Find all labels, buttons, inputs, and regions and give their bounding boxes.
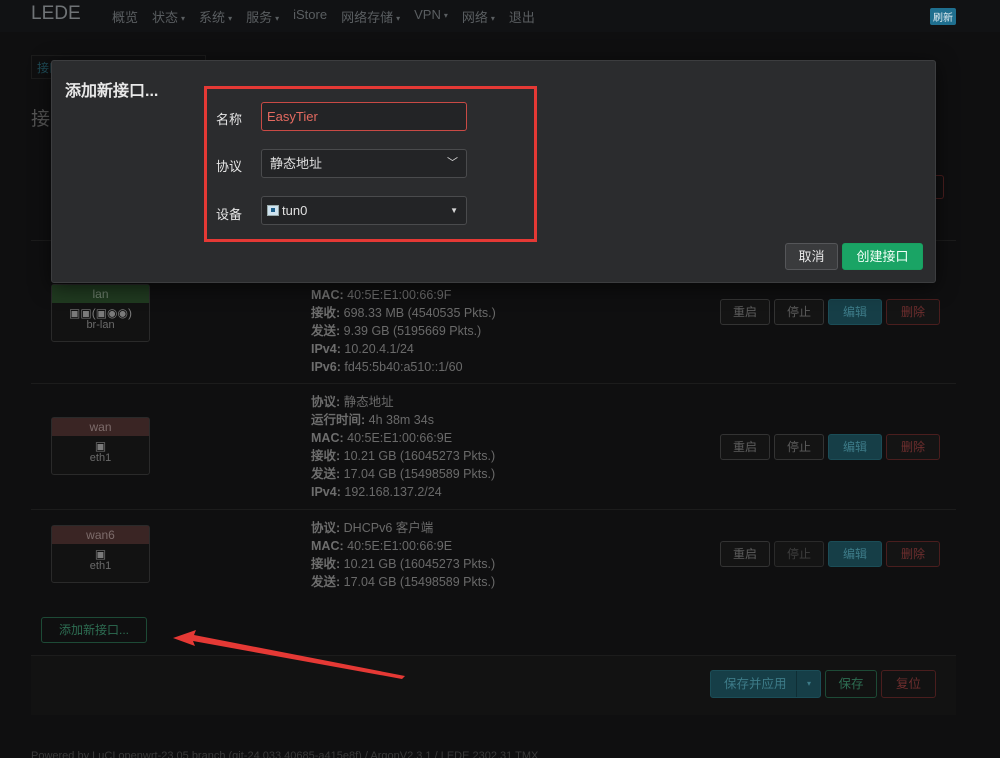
restart-button[interactable]: 重启 bbox=[720, 299, 770, 325]
nav-logout[interactable]: 退出 bbox=[509, 7, 535, 26]
interface-info-lan: MAC: 40:5E:E1:00:66:9F 接收: 698.33 MB (45… bbox=[311, 288, 496, 374]
refresh-badge[interactable]: 刷新 bbox=[930, 8, 956, 25]
interface-device: eth1 bbox=[89, 452, 112, 464]
edit-button[interactable]: 编辑 bbox=[828, 299, 882, 325]
edit-button[interactable]: 编辑 bbox=[828, 434, 882, 460]
caret-down-icon: ▾ bbox=[181, 14, 186, 24]
add-interface-button[interactable]: 添加新接口... bbox=[41, 617, 147, 643]
stop-button[interactable]: 停止 bbox=[774, 541, 824, 567]
interface-name: wan6 bbox=[52, 526, 149, 544]
delete-button[interactable]: 删除 bbox=[886, 299, 940, 325]
ethernet-port-icon: ▣ bbox=[94, 439, 107, 453]
caret-down-icon: ▾ bbox=[396, 14, 401, 24]
nav-vpn[interactable]: VPN ▾ bbox=[414, 7, 448, 26]
nav-network[interactable]: 网络 ▾ bbox=[462, 7, 495, 26]
brand-logo[interactable]: LEDE bbox=[31, 3, 81, 25]
reset-button[interactable]: 复位 bbox=[881, 670, 936, 698]
caret-down-icon: ▾ bbox=[228, 14, 233, 24]
interface-info-wan: 协议: 静态地址 运行时间: 4h 38m 34s MAC: 40:5E:E1:… bbox=[311, 395, 496, 499]
top-navbar: LEDE 概览 状态 ▾ 系统 ▾ 服务 ▾ iStore 网络存储 ▾ VPN ▾ 网络… bbox=[0, 0, 1000, 32]
stop-button[interactable]: 停止 bbox=[774, 299, 824, 325]
interface-info-wan6: 协议: DHCPv6 客户端 MAC: 40:5E:E1:00:66:9E 接收… bbox=[311, 521, 496, 589]
stop-button[interactable]: 停止 bbox=[774, 434, 824, 460]
caret-down-icon: ▾ bbox=[443, 11, 448, 21]
caret-down-icon[interactable]: ▾ bbox=[807, 671, 811, 697]
create-interface-button[interactable]: 创建接口 bbox=[842, 243, 923, 270]
interface-actions-lan: 重启 停止 编辑 删除 bbox=[720, 299, 940, 325]
row-divider bbox=[31, 383, 956, 384]
nav-system[interactable]: 系统 ▾ bbox=[199, 7, 232, 26]
main-nav: 概览 状态 ▾ 系统 ▾ 服务 ▾ iStore 网络存储 ▾ VPN ▾ 网络 ▾ 退出 bbox=[112, 7, 549, 26]
footer-powered-by: Powered by LuCI openwrt-23.05 branch (gi… bbox=[31, 750, 539, 758]
cancel-button[interactable]: 取消 bbox=[785, 243, 838, 270]
interface-actions-wan: 重启 停止 编辑 删除 bbox=[720, 434, 940, 460]
interface-badge-wan: wan ▣ eth1 bbox=[51, 417, 150, 475]
edit-button[interactable]: 编辑 bbox=[828, 541, 882, 567]
dialog-title: 添加新接口... bbox=[65, 83, 159, 100]
interface-device: br-lan bbox=[86, 319, 115, 331]
add-interface-dialog: 添加新接口... 名称 EasyTier 协议 静态地址 ﹀ 设备 tun0 ▼… bbox=[51, 60, 936, 283]
save-button[interactable]: 保存 bbox=[825, 670, 877, 698]
interface-badge-lan: lan ▣▣(▣◉◉) br-lan bbox=[51, 284, 150, 342]
nav-services[interactable]: 服务 ▾ bbox=[246, 7, 279, 26]
restart-button[interactable]: 重启 bbox=[720, 541, 770, 567]
save-apply-button[interactable]: 保存并应用 ▾ bbox=[710, 670, 821, 698]
annotation-highlight-box bbox=[204, 86, 537, 242]
bridge-devices-icon: ▣▣(▣◉◉) bbox=[69, 306, 132, 320]
interface-name: lan bbox=[52, 285, 149, 303]
row-divider bbox=[31, 509, 956, 510]
nav-status[interactable]: 状态 ▾ bbox=[152, 7, 185, 26]
nav-overview[interactable]: 概览 bbox=[112, 7, 138, 26]
ethernet-port-icon: ▣ bbox=[94, 547, 107, 561]
delete-button[interactable]: 删除 bbox=[886, 541, 940, 567]
restart-button[interactable]: 重启 bbox=[720, 434, 770, 460]
nav-nas[interactable]: 网络存储 ▾ bbox=[341, 7, 400, 26]
delete-button[interactable]: 删除 bbox=[886, 434, 940, 460]
nav-istore[interactable]: iStore bbox=[293, 7, 327, 26]
interface-name: wan bbox=[52, 418, 149, 436]
interface-device: eth1 bbox=[89, 560, 112, 572]
caret-down-icon: ▾ bbox=[275, 14, 280, 24]
interface-badge-wan6: wan6 ▣ eth1 bbox=[51, 525, 150, 583]
caret-down-icon: ▾ bbox=[490, 14, 495, 24]
interface-actions-wan6: 重启 停止 编辑 删除 bbox=[720, 541, 940, 567]
